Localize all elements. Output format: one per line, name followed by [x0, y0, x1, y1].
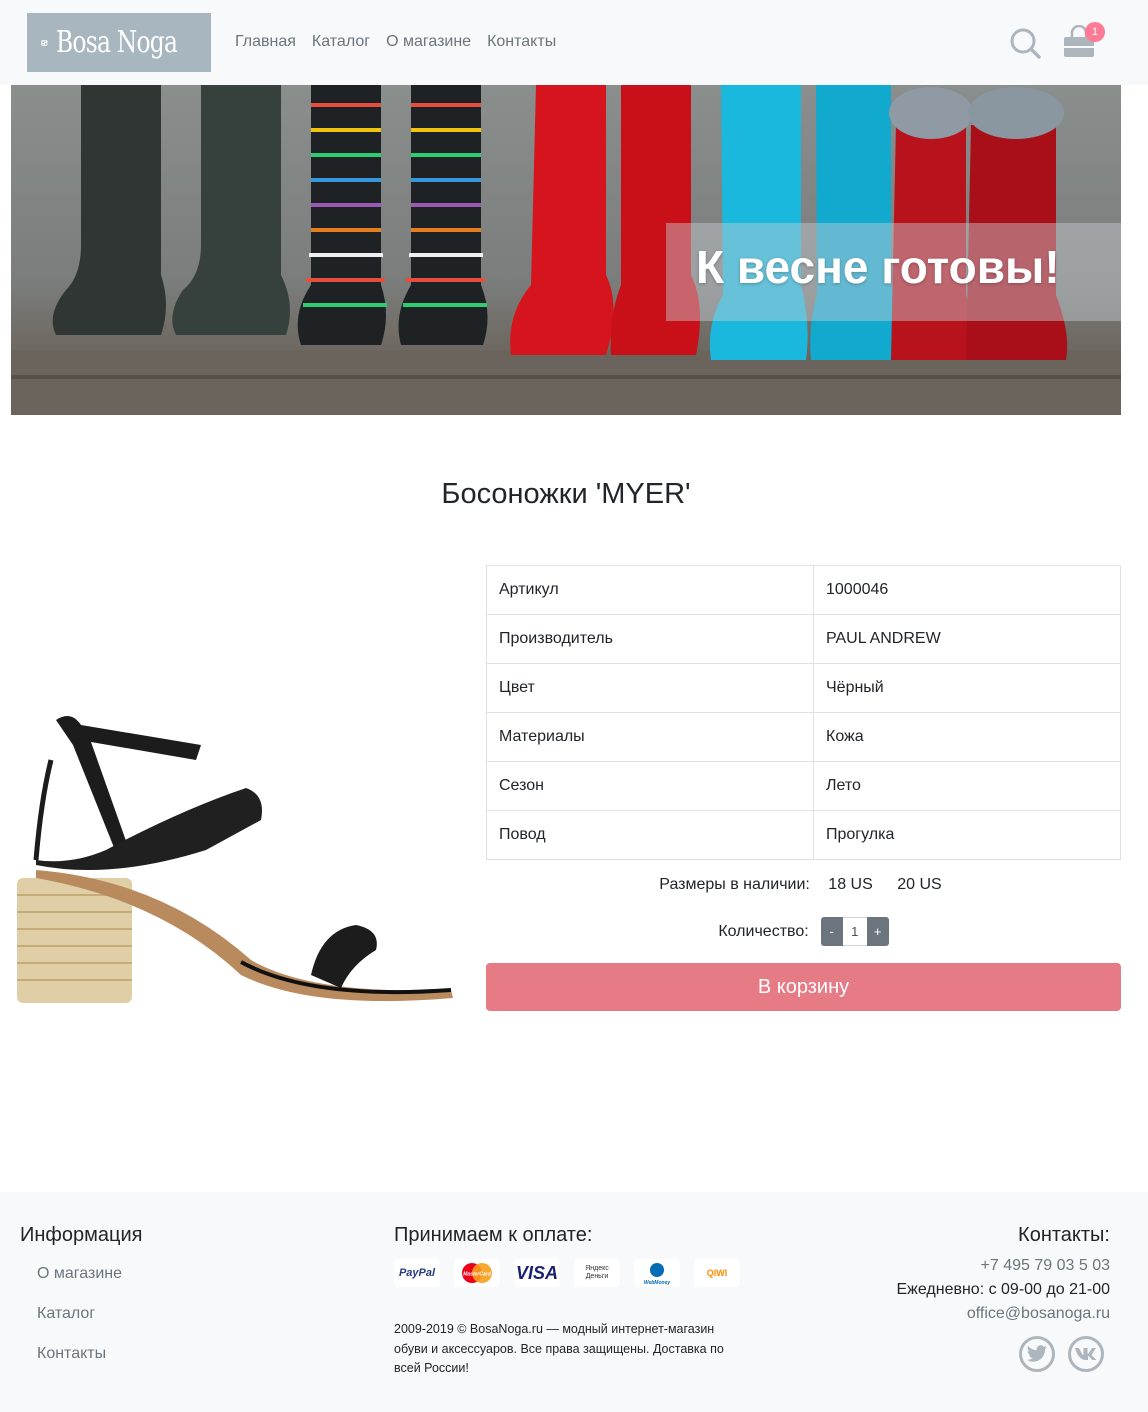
- footer-info-links: О магазине Каталог Контакты: [37, 1264, 122, 1384]
- nav-home[interactable]: Главная: [227, 30, 304, 54]
- mastercard-logo: MasterCard: [462, 1263, 492, 1283]
- logo[interactable]: Bosa Noga: [27, 13, 211, 72]
- nav-about[interactable]: О магазине: [378, 30, 479, 54]
- visa-icon: VISA: [514, 1259, 560, 1287]
- webmoney-logo: WebMoney: [644, 1263, 671, 1286]
- webmoney-icon: WebMoney: [634, 1259, 680, 1287]
- vk-logo-icon: [1075, 1348, 1097, 1360]
- banner-title: К весне готовы!: [696, 241, 1060, 293]
- footer-link-contacts[interactable]: Контакты: [37, 1344, 122, 1384]
- contact-hours: Ежедневно: с 09-00 до 21-00: [896, 1281, 1110, 1298]
- property-value: Кожа: [813, 712, 1121, 762]
- quantity-increase-button[interactable]: +: [866, 917, 889, 946]
- promo-banner[interactable]: К весне готовы!: [11, 85, 1121, 415]
- quantity-row: Количество: - 1 +: [486, 917, 1121, 946]
- nav-catalog[interactable]: Каталог: [304, 30, 378, 54]
- payment-methods: PayPal MasterCard VISA Яндекс Деньги Web…: [394, 1259, 754, 1287]
- quantity-value: 1: [842, 917, 867, 946]
- main-nav: Главная Каталог О магазине Контакты: [227, 30, 564, 54]
- property-label: Артикул: [486, 565, 814, 615]
- table-row: Цвет Чёрный: [486, 663, 1121, 713]
- table-row: Сезон Лето: [486, 761, 1121, 811]
- footer-link-about[interactable]: О магазине: [37, 1264, 122, 1304]
- contact-phone[interactable]: +7 495 79 03 5 03: [896, 1254, 1110, 1278]
- svg-text:WebMoney: WebMoney: [644, 1280, 671, 1286]
- property-value: PAUL ANDREW: [813, 614, 1121, 664]
- property-value: Чёрный: [813, 663, 1121, 713]
- quantity-label: Количество:: [718, 922, 809, 940]
- qiwi-icon: QIWI: [694, 1259, 740, 1287]
- footer-link-catalog[interactable]: Каталог: [37, 1304, 122, 1344]
- cart-count-badge: 1: [1085, 22, 1105, 42]
- property-label: Цвет: [486, 663, 814, 713]
- nav-contacts[interactable]: Контакты: [479, 30, 564, 54]
- property-label: Повод: [486, 810, 814, 860]
- site-footer: Информация О магазине Каталог Контакты П…: [0, 1192, 1148, 1412]
- twitter-bird-icon: [1026, 1345, 1047, 1362]
- quantity-stepper: - 1 +: [820, 917, 889, 946]
- property-label: Материалы: [486, 712, 814, 762]
- paypal-icon: PayPal: [394, 1259, 440, 1287]
- product-title: Босоножки 'MYER': [441, 478, 691, 510]
- product-image: [17, 716, 453, 1003]
- search-icon[interactable]: [1009, 27, 1041, 59]
- logo-mark-icon: [41, 39, 48, 46]
- copyright-text: 2009-2019 © BosaNoga.ru — модный интерне…: [394, 1322, 724, 1375]
- sizes-label: Размеры в наличии:: [659, 876, 810, 893]
- table-row: Производитель PAUL ANDREW: [486, 614, 1121, 664]
- vk-icon[interactable]: [1068, 1336, 1104, 1372]
- add-to-cart-button[interactable]: В корзину: [486, 963, 1121, 1011]
- table-row: Артикул 1000046: [486, 565, 1121, 615]
- twitter-icon[interactable]: [1019, 1336, 1055, 1372]
- property-value: Прогулка: [813, 810, 1121, 860]
- table-row: Повод Прогулка: [486, 810, 1121, 860]
- quantity-decrease-button[interactable]: -: [820, 917, 843, 946]
- footer-contacts: +7 495 79 03 5 03 Ежедневно: с 09-00 до …: [896, 1254, 1110, 1326]
- contact-email[interactable]: office@bosanoga.ru: [896, 1302, 1110, 1326]
- property-value: 1000046: [813, 565, 1121, 615]
- property-value: Лето: [813, 761, 1121, 811]
- footer-payment-heading: Принимаем к оплате:: [394, 1224, 593, 1246]
- table-row: Материалы Кожа: [486, 712, 1121, 762]
- product-properties-table: Артикул 1000046 Производитель PAUL ANDRE…: [486, 565, 1121, 860]
- logo-text: Bosa Noga: [55, 25, 178, 60]
- available-sizes: Размеры в наличии: 18 US 20 US: [486, 876, 1121, 894]
- footer-info-heading: Информация: [20, 1224, 143, 1246]
- size-option-18[interactable]: 18 US: [828, 876, 872, 894]
- footer-contacts-heading: Контакты:: [1018, 1224, 1110, 1246]
- mastercard-icon: MasterCard: [454, 1259, 500, 1287]
- site-header: Bosa Noga Главная Каталог О магазине Кон…: [0, 0, 1148, 85]
- yandex-money-icon: Яндекс Деньги: [574, 1259, 620, 1287]
- size-option-20[interactable]: 20 US: [897, 876, 941, 894]
- property-label: Сезон: [486, 761, 814, 811]
- property-label: Производитель: [486, 614, 814, 664]
- svg-text:MasterCard: MasterCard: [463, 1272, 491, 1278]
